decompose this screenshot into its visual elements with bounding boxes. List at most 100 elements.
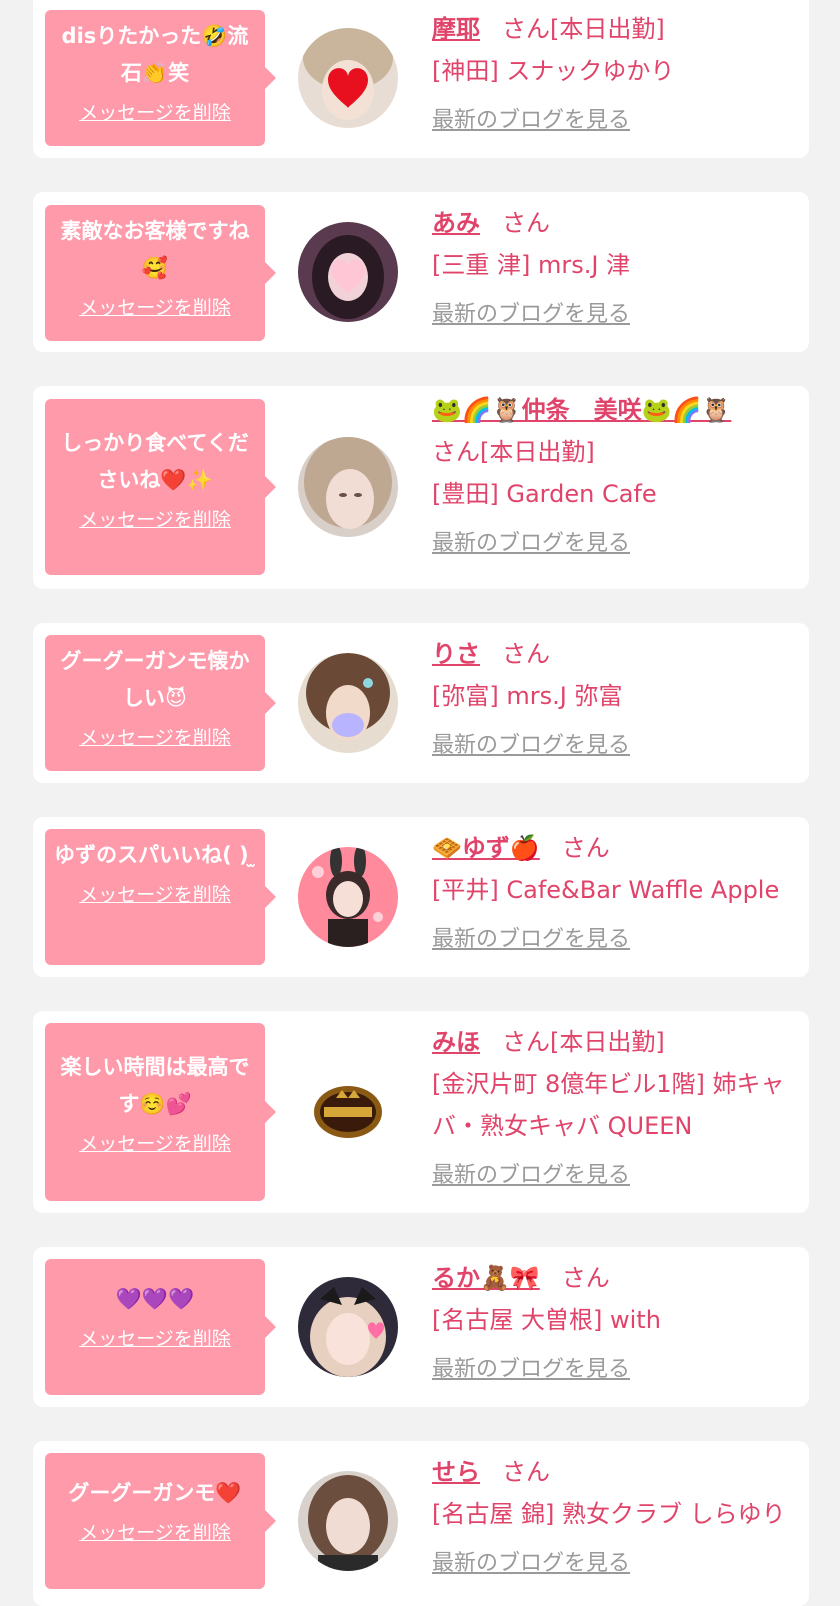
avatar-photo <box>298 1471 398 1571</box>
message-bubble: グーグーガンモ懐かしい😈 メッセージを削除 <box>45 635 276 771</box>
avatar[interactable] <box>298 437 398 537</box>
latest-blog-link[interactable]: 最新のブログを見る <box>432 523 797 565</box>
cast-name-link[interactable]: りさ <box>432 640 480 668</box>
message-card: 💜💜💜 メッセージを削除 るか🧸🎀 さん [名古屋 大曽根] with 最新のブロ… <box>33 1247 809 1407</box>
cast-name-link[interactable]: みほ <box>432 1028 480 1056</box>
profile-info: 摩耶 さん[本日出勤] [神田] スナックゆかり 最新のブログを見る <box>432 8 797 142</box>
latest-blog-link[interactable]: 最新のブログを見る <box>432 1543 797 1585</box>
message-text: しっかり食べてくださいね❤️✨ <box>61 431 249 492</box>
delete-message-link[interactable]: メッセージを削除 <box>79 1518 231 1545</box>
name-line: 🧇ゆず🍎 さん <box>432 827 797 869</box>
message-text: 素敵なお客様ですね🥰 <box>60 219 250 280</box>
avatar-photo <box>298 28 398 128</box>
shop-text: [金沢片町 8億年ビル1階] 姉キャバ・熟女キャバ QUEEN <box>432 1070 785 1140</box>
san-label: さん <box>432 438 480 466</box>
avatar-photo <box>298 222 398 322</box>
cast-name-link[interactable]: 摩耶 <box>432 15 480 43</box>
profile-info: あみ さん [三重 津] mrs.J 津 最新のブログを見る <box>432 202 797 336</box>
avatar-photo <box>298 437 398 537</box>
cast-name-link[interactable]: 🐸🌈🦉仲条 美咲🐸🌈🦉 <box>432 396 731 424</box>
latest-blog-link[interactable]: 最新のブログを見る <box>432 919 797 961</box>
message-card: しっかり食べてくださいね❤️✨ メッセージを削除 🐸🌈🦉仲条 美咲🐸🌈🦉 さん[本… <box>33 386 809 589</box>
message-text: 楽しい時間は最高です☺️💕 <box>60 1055 250 1116</box>
profile-info: せら さん [名古屋 錦] 熟女クラブ しらゆり 最新のブログを見る <box>432 1451 797 1585</box>
san-label: さん <box>502 640 550 668</box>
message-bubble: ゆずのスパいいね( ) ̫ メッセージを削除 <box>45 829 276 965</box>
shop-text: [豊田] Garden Cafe <box>432 480 657 508</box>
profile-info: みほ さん[本日出勤] [金沢片町 8億年ビル1階] 姉キャバ・熟女キャバ QUE… <box>432 1021 797 1197</box>
shop-text: [平井] Cafe&Bar Waffle Apple <box>432 876 780 904</box>
attendance-status: [本日出勤] <box>550 15 665 43</box>
message-card: グーグーガンモ❤️ メッセージを削除 せら さん [名古屋 錦] 熟女クラブ しら… <box>33 1441 809 1606</box>
message-text: ゆずのスパいいね( ) ̫ <box>54 843 256 867</box>
avatar-photo <box>298 1062 398 1162</box>
cast-name-link[interactable]: あみ <box>432 209 480 237</box>
avatar[interactable] <box>298 222 398 322</box>
profile-info: 🧇ゆず🍎 さん [平井] Cafe&Bar Waffle Apple 最新のブログ… <box>432 827 797 961</box>
name-line: 摩耶 さん[本日出勤] <box>432 8 797 50</box>
name-line: あみ さん <box>432 202 797 244</box>
name-line: 🐸🌈🦉仲条 美咲🐸🌈🦉 さん[本日出勤] <box>432 389 797 473</box>
message-card: 素敵なお客様ですね🥰 メッセージを削除 あみ さん [三重 津] mrs.J 津 … <box>33 192 809 352</box>
shop-text: [名古屋 錦] 熟女クラブ しらゆり <box>432 1500 786 1528</box>
name-line: みほ さん[本日出勤] <box>432 1021 797 1063</box>
delete-message-link[interactable]: メッセージを削除 <box>79 293 231 320</box>
latest-blog-link[interactable]: 最新のブログを見る <box>432 294 797 336</box>
message-bubble: 楽しい時間は最高です☺️💕 メッセージを削除 <box>45 1023 276 1201</box>
delete-message-link[interactable]: メッセージを削除 <box>79 505 231 532</box>
shop-text: [弥富] mrs.J 弥富 <box>432 682 623 710</box>
latest-blog-link[interactable]: 最新のブログを見る <box>432 725 797 767</box>
avatar-photo <box>298 653 398 753</box>
avatar[interactable] <box>298 653 398 753</box>
san-label: さん <box>502 1458 550 1486</box>
san-label: さん <box>502 15 550 43</box>
delete-message-link[interactable]: メッセージを削除 <box>79 880 231 907</box>
avatar-photo <box>298 1277 398 1377</box>
delete-message-link[interactable]: メッセージを削除 <box>79 1324 231 1351</box>
message-bubble: しっかり食べてくださいね❤️✨ メッセージを削除 <box>45 399 276 575</box>
message-text: 💜💜💜 <box>115 1287 195 1311</box>
latest-blog-link[interactable]: 最新のブログを見る <box>432 1155 797 1197</box>
profile-info: りさ さん [弥富] mrs.J 弥富 最新のブログを見る <box>432 633 797 767</box>
message-bubble: 💜💜💜 メッセージを削除 <box>45 1259 276 1395</box>
avatar[interactable] <box>298 1471 398 1571</box>
delete-message-link[interactable]: メッセージを削除 <box>79 1129 231 1156</box>
message-card: disりたかった🤣流石👏笑 メッセージを削除 摩耶 さん[本日出勤] [神田] ス… <box>33 0 809 158</box>
avatar[interactable] <box>298 847 398 947</box>
message-card: 楽しい時間は最高です☺️💕 メッセージを削除 みほ さん[本日出勤] [金沢片町 … <box>33 1011 809 1213</box>
profile-info: るか🧸🎀 さん [名古屋 大曽根] with 最新のブログを見る <box>432 1257 797 1391</box>
attendance-status: [本日出勤] <box>550 1028 665 1056</box>
message-list: disりたかった🤣流石👏笑 メッセージを削除 摩耶 さん[本日出勤] [神田] ス… <box>0 0 840 1606</box>
san-label: さん <box>502 209 550 237</box>
message-text: グーグーガンモ懐かしい😈 <box>60 649 250 710</box>
san-label: さん <box>561 834 610 862</box>
message-card: ゆずのスパいいね( ) ̫ メッセージを削除 🧇ゆず🍎 さん [平井] Cafe&… <box>33 817 809 977</box>
message-bubble: 素敵なお客様ですね🥰 メッセージを削除 <box>45 205 276 341</box>
attendance-status: [本日出勤] <box>480 438 595 466</box>
name-line: りさ さん <box>432 633 797 675</box>
san-label: さん <box>502 1028 550 1056</box>
name-line: せら さん <box>432 1451 797 1493</box>
latest-blog-link[interactable]: 最新のブログを見る <box>432 1349 797 1391</box>
cast-name-link[interactable]: せら <box>432 1458 480 1486</box>
shop-text: [神田] スナックゆかり <box>432 57 675 85</box>
profile-info: 🐸🌈🦉仲条 美咲🐸🌈🦉 さん[本日出勤] [豊田] Garden Cafe 最新の… <box>432 389 797 565</box>
message-card: グーグーガンモ懐かしい😈 メッセージを削除 りさ さん [弥富] mrs.J 弥富… <box>33 623 809 783</box>
message-bubble: disりたかった🤣流石👏笑 メッセージを削除 <box>45 10 276 146</box>
avatar-photo <box>298 847 398 947</box>
message-text: グーグーガンモ❤️ <box>68 1481 242 1505</box>
name-line: るか🧸🎀 さん <box>432 1257 797 1299</box>
san-label: さん <box>561 1264 610 1292</box>
latest-blog-link[interactable]: 最新のブログを見る <box>432 100 797 142</box>
shop-text: [名古屋 大曽根] with <box>432 1306 661 1334</box>
avatar[interactable] <box>298 1062 398 1162</box>
avatar[interactable] <box>298 1277 398 1377</box>
cast-name-link[interactable]: 🧇ゆず🍎 <box>432 834 540 862</box>
shop-text: [三重 津] mrs.J 津 <box>432 251 631 279</box>
message-bubble: グーグーガンモ❤️ メッセージを削除 <box>45 1453 276 1589</box>
delete-message-link[interactable]: メッセージを削除 <box>79 98 231 125</box>
avatar[interactable] <box>298 28 398 128</box>
message-text: disりたかった🤣流石👏笑 <box>61 24 249 85</box>
cast-name-link[interactable]: るか🧸🎀 <box>432 1264 540 1292</box>
delete-message-link[interactable]: メッセージを削除 <box>79 723 231 750</box>
